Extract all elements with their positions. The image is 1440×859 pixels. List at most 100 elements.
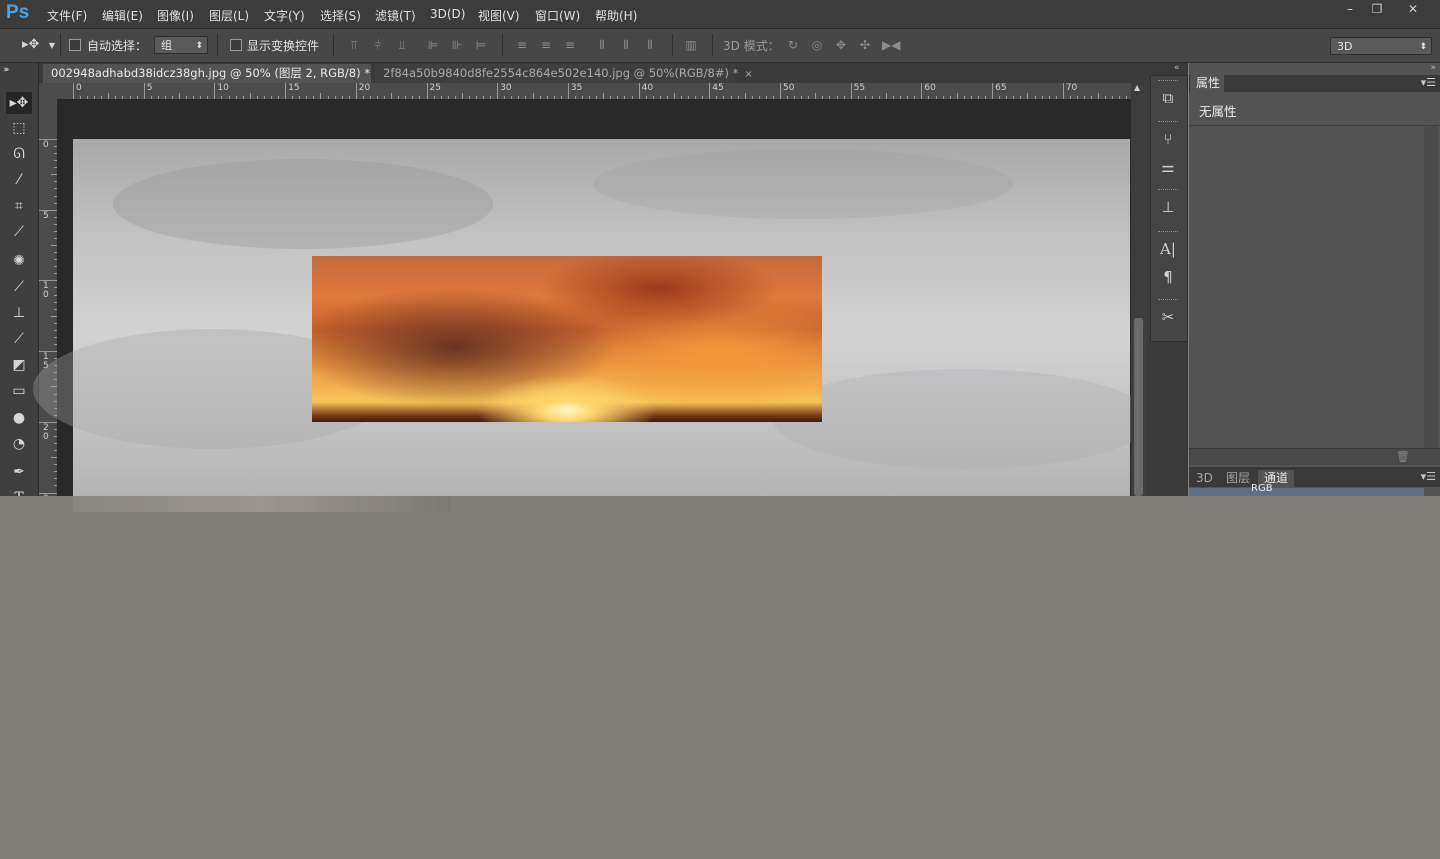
stamp-icon[interactable]: ⊥ — [6, 302, 32, 324]
layer-sunset-image[interactable] — [312, 256, 822, 422]
minimize-icon[interactable]: – — [1335, 0, 1365, 18]
align-hcenter-icon[interactable]: ⊪ — [450, 38, 464, 52]
menu-select[interactable]: 选择(S) — [320, 7, 361, 24]
menu-edit[interactable]: 编辑(E) — [102, 7, 143, 24]
paragraph-icon[interactable]: ¶ — [1158, 267, 1178, 287]
menu-image[interactable]: 图像(I) — [157, 7, 194, 24]
no-properties-text: 无属性 — [1199, 104, 1237, 119]
restore-icon[interactable]: ❐ — [1362, 0, 1392, 18]
wand-icon[interactable]: ⁄ — [6, 169, 32, 191]
auto-select-checkbox[interactable] — [69, 39, 81, 51]
close-icon[interactable]: × — [744, 69, 752, 80]
panel-menu-icon[interactable]: ▾☰ — [1421, 76, 1436, 89]
divider — [217, 34, 218, 56]
tab-document-2[interactable]: 2f84a50b9840d8fe2554c864e502e140.jpg @ 5… — [375, 64, 753, 83]
trash-icon[interactable]: 🗑 — [1396, 450, 1410, 463]
character-icon[interactable]: A| — [1158, 239, 1178, 259]
menu-help[interactable]: 帮助(H) — [595, 7, 637, 24]
distribute-bottom-icon[interactable]: ≡ — [563, 38, 577, 52]
eyedropper-icon[interactable]: ⟋ — [6, 221, 32, 243]
channel-name: RGB — [1251, 483, 1273, 494]
menu-window[interactable]: 窗口(W) — [535, 7, 580, 24]
auto-select-dropdown[interactable]: 组 ⬍ — [154, 36, 208, 54]
collapse-icon[interactable]: « — [1174, 63, 1180, 73]
document-tab-bar: » 002948adhabd38idcz38gh.jpg @ 50% (图层 2… — [3, 63, 1147, 83]
history-icon[interactable]: ⧉ — [1158, 88, 1178, 108]
auto-select-value: 组 — [161, 39, 172, 52]
menu-layer[interactable]: 图层(L) — [209, 7, 249, 24]
brush-presets-icon[interactable]: ⑂ — [1158, 129, 1178, 149]
tab-document-1[interactable]: 002948adhabd38idcz38gh.jpg @ 50% (图层 2, … — [43, 64, 384, 83]
dodge-icon[interactable]: ◔ — [6, 433, 32, 455]
align-right-icon[interactable]: ⊨ — [474, 38, 488, 52]
empty-workspace-area — [0, 496, 1440, 859]
distribute-right-icon[interactable]: ⫴ — [643, 38, 657, 52]
menu-file[interactable]: 文件(F) — [47, 7, 87, 24]
vertical-ruler[interactable]: 051 01 52 02 5 — [39, 99, 58, 513]
chevron-down-icon[interactable]: ▼ — [45, 39, 59, 53]
gradient-icon[interactable]: ▭ — [6, 380, 32, 402]
ruler-label: 40 — [641, 83, 654, 93]
clone-source-icon[interactable]: ⊥ — [1158, 197, 1178, 217]
close-icon[interactable]: ✕ — [1398, 0, 1428, 18]
panel-menu-icon[interactable]: ▾☰ — [1421, 470, 1436, 483]
properties-scrollbar[interactable] — [1424, 126, 1438, 448]
menu-view[interactable]: 视图(V) — [478, 7, 520, 24]
3d-scale-icon[interactable]: ▶◀ — [882, 38, 900, 52]
scrollbar-thumb[interactable] — [1134, 318, 1143, 496]
menu-filter[interactable]: 滤镜(T) — [375, 7, 416, 24]
distribute-left-icon[interactable]: ⫴ — [595, 38, 609, 52]
menu-type[interactable]: 文字(Y) — [264, 7, 305, 24]
tab-3d[interactable]: 3D — [1190, 470, 1219, 487]
3d-roll-icon[interactable]: ◎ — [810, 38, 824, 52]
collapse-icon[interactable]: » — [3, 65, 9, 75]
workspace-dropdown[interactable]: 3D ⬍ — [1330, 37, 1432, 55]
distribute-hcenter-icon[interactable]: ⫴ — [619, 38, 633, 52]
ruler-major-tick — [214, 83, 216, 99]
3d-slide-icon[interactable]: ✣ — [858, 38, 872, 52]
tab-properties[interactable]: 属性 — [1190, 75, 1224, 92]
properties-footer: 🗑 — [1189, 448, 1440, 465]
3d-rotate-icon[interactable]: ↻ — [786, 38, 800, 52]
horizontal-ruler[interactable]: 0 5 10 15 20 25 30 35 40 45 50 55 60 65 70 — [57, 83, 1131, 100]
history-brush-icon[interactable]: ⟋ — [6, 328, 32, 350]
adjustments-icon[interactable]: ⚌ — [1158, 157, 1178, 177]
lasso-icon[interactable]: ᘏ — [6, 143, 32, 165]
tab-title: 002948adhabd38idcz38gh.jpg @ 50% (图层 2, … — [51, 66, 371, 80]
marquee-icon[interactable]: ⬚ — [6, 117, 32, 139]
align-bottom-icon[interactable]: ⫫ — [395, 38, 409, 52]
align-top-icon[interactable]: ⫪ — [347, 38, 361, 52]
grip-icon[interactable] — [1158, 121, 1178, 124]
crop-icon[interactable]: ⌗ — [6, 195, 32, 217]
ruler-label: 25 — [429, 83, 441, 93]
grip-icon[interactable] — [1158, 299, 1178, 302]
grip-icon[interactable] — [1158, 189, 1178, 192]
blur-icon[interactable]: ● — [6, 407, 32, 429]
tool-presets-icon[interactable]: ✂ — [1158, 307, 1178, 327]
grip-icon[interactable] — [1158, 231, 1178, 234]
ruler-major-tick — [992, 83, 994, 99]
3d-pan-icon[interactable]: ✥ — [834, 38, 848, 52]
move-tool-preset-icon[interactable]: ▸✥ — [22, 38, 39, 52]
3d-mode-label: 3D 模式： — [723, 39, 780, 53]
collapse-icon[interactable]: » — [1430, 63, 1436, 73]
brush-icon[interactable]: ⟋ — [6, 276, 32, 298]
ruler-label: 55 — [853, 83, 866, 93]
channel-row-rgb[interactable]: RGB — [1189, 484, 1424, 496]
updown-icon: ⬍ — [1419, 42, 1427, 52]
move-icon[interactable]: ▸✥ — [6, 92, 32, 114]
pen-icon[interactable]: ✒ — [6, 461, 32, 483]
menu-3d[interactable]: 3D(D) — [430, 7, 465, 21]
grip-icon[interactable] — [1158, 80, 1178, 83]
ruler-corner[interactable] — [39, 83, 57, 99]
distribute-vcenter-icon[interactable]: ≡ — [539, 38, 553, 52]
align-left-icon[interactable]: ⊫ — [426, 38, 440, 52]
eraser-icon[interactable]: ◩ — [6, 354, 32, 376]
align-vcenter-icon[interactable]: ⫩ — [371, 38, 385, 52]
healing-icon[interactable]: ✺ — [6, 250, 32, 272]
show-transform-checkbox[interactable] — [230, 39, 242, 51]
ruler-label: 65 — [995, 83, 1007, 93]
scroll-up-icon[interactable]: ▲ — [1134, 83, 1140, 92]
auto-align-icon[interactable]: ▥ — [684, 38, 698, 52]
distribute-top-icon[interactable]: ≡ — [515, 38, 529, 52]
